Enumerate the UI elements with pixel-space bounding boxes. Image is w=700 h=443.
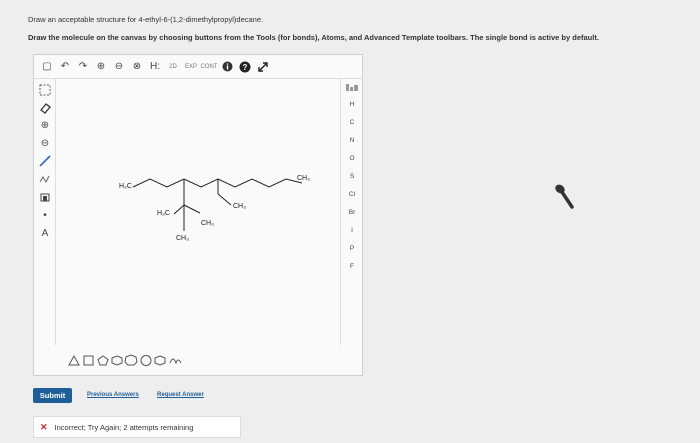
atom-c-button[interactable]: C [341, 119, 363, 126]
negative-charge-icon[interactable]: ⊖ [38, 136, 52, 150]
methyl-label: CH₃ [297, 175, 310, 182]
instructions-text: Draw the molecule on the canvas by choos… [28, 33, 599, 42]
radical-icon[interactable]: • [38, 208, 52, 222]
drawing-canvas[interactable]: H₃C CH₃ H₃C CH₃ CH₃ CH₃ [56, 79, 340, 345]
atom-p-button[interactable]: P [341, 245, 363, 252]
branch-bond [173, 204, 185, 215]
feedback-box: ✕ Incorrect; Try Again; 2 attempts remai… [33, 416, 241, 438]
select-tool-icon[interactable] [38, 83, 52, 97]
2d-clean-icon[interactable]: 2D [166, 60, 180, 74]
new-document-icon[interactable]: ▢ [40, 60, 54, 74]
cont-icon[interactable]: CONT [201, 60, 218, 74]
atom-n-button[interactable]: N [341, 137, 363, 144]
request-answer-link[interactable]: Request Answer [157, 392, 204, 398]
atom-f-button[interactable]: F [341, 263, 363, 270]
submit-button[interactable]: Submit [33, 388, 72, 403]
cyclooctane-icon [140, 355, 152, 366]
top-toolbar: ▢ ↶ ↷ ⊕ ⊖ ⊗ H: 2D EXP CONT ? [34, 55, 362, 79]
methyl-label: H₃C [119, 183, 132, 190]
methyl-label: CH₃ [176, 235, 189, 242]
left-toolbar: ⊕ ⊖ • A [34, 79, 56, 345]
atoms-toolbar: H C N O S Cl Br I P F [340, 79, 362, 345]
template-icons [68, 354, 182, 366]
exp-icon[interactable]: EXP [184, 60, 198, 74]
atom-label-icon[interactable]: A [38, 226, 52, 240]
single-bond-icon[interactable] [38, 154, 52, 168]
atom-i-button[interactable]: I [341, 227, 363, 234]
pin-icon [553, 183, 575, 214]
templates-toolbar [56, 345, 340, 375]
atom-br-button[interactable]: Br [341, 209, 363, 216]
zoom-in-icon[interactable]: ⊕ [94, 60, 108, 74]
cyclopentane-icon [97, 355, 109, 366]
benzene-icon [154, 355, 166, 366]
svg-text:?: ? [243, 63, 248, 72]
atom-o-button[interactable]: O [341, 155, 363, 162]
template-library-icon [169, 358, 182, 365]
atom-cl-button[interactable]: Cl [341, 191, 363, 198]
chain-tool-icon[interactable] [38, 172, 52, 186]
zoom-out-icon[interactable]: ⊖ [112, 60, 126, 74]
undo-icon[interactable]: ↶ [58, 60, 72, 74]
atom-h-button[interactable]: H [341, 101, 363, 108]
hydrogen-toggle-icon[interactable]: H: [148, 60, 162, 74]
question-prompt: Draw an acceptable structure for 4-ethyl… [28, 15, 264, 24]
help-icon[interactable]: ? [238, 60, 252, 74]
methyl-label: CH₃ [201, 220, 214, 227]
eraser-icon[interactable] [38, 101, 52, 115]
cycloheptane-icon [124, 354, 138, 366]
branch-bond [217, 193, 232, 206]
previous-answers-link[interactable]: Previous Answers [87, 392, 139, 398]
zoom-reset-icon[interactable]: ⊗ [130, 60, 144, 74]
methyl-label: H₃C [157, 210, 170, 217]
cyclohexane-icon [111, 355, 123, 366]
methyl-label: CH₃ [233, 203, 246, 210]
template-tool-icon[interactable] [38, 190, 52, 204]
cyclopropane-icon [68, 354, 80, 366]
incorrect-icon: ✕ [40, 421, 48, 432]
periodic-table-icon[interactable] [341, 83, 363, 94]
branch-bond [183, 204, 201, 214]
cyclobutane-icon [83, 355, 94, 366]
positive-charge-icon[interactable]: ⊕ [38, 118, 52, 132]
molecule-editor[interactable]: ▢ ↶ ↷ ⊕ ⊖ ⊗ H: 2D EXP CONT ? ⊕ ⊖ • A H₃C… [33, 54, 363, 376]
redo-icon[interactable]: ↷ [76, 60, 90, 74]
feedback-status: Incorrect; Try Again; 2 attempts remaini… [54, 422, 194, 432]
info-icon[interactable] [220, 60, 234, 74]
atom-s-button[interactable]: S [341, 173, 363, 180]
fullscreen-icon[interactable] [256, 60, 270, 74]
